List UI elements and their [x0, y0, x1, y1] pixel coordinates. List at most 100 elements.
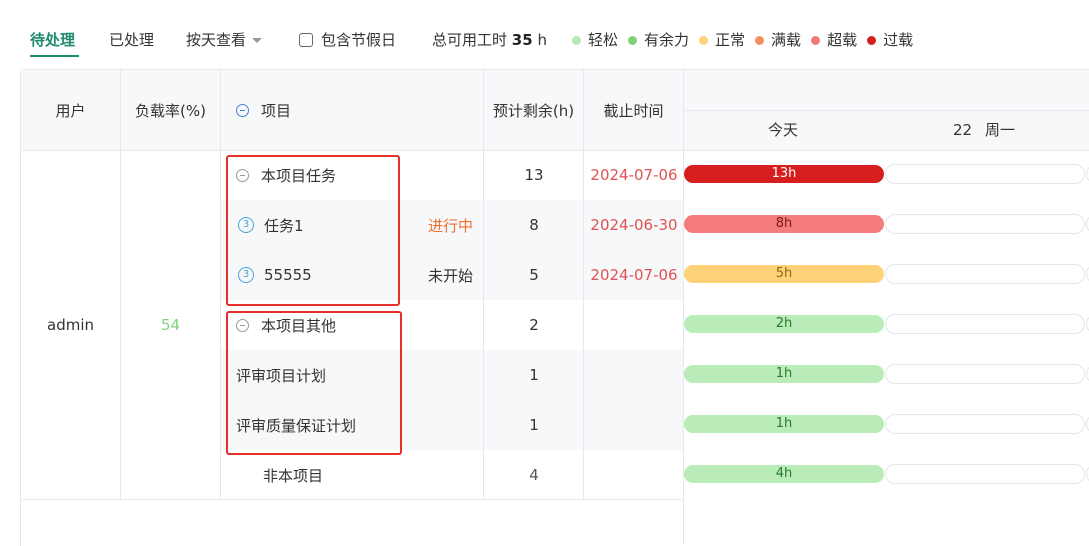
workload-bar[interactable]: 1h: [684, 415, 884, 433]
remaining-hours: 5: [529, 266, 539, 284]
table-row[interactable]: 本项目其他 2 2h: [221, 300, 1089, 350]
legend-item-full: 满载: [755, 30, 801, 50]
include-holidays-label: 包含节假日: [321, 31, 397, 49]
row-name: 本项目其他: [261, 316, 337, 335]
legend-item-spare: 有余力: [628, 30, 689, 50]
row-name: 任务1: [264, 216, 304, 235]
active-tab-indicator: [30, 55, 79, 57]
legend-item-overload: 过载: [867, 30, 913, 50]
table-row[interactable]: 非本项目 4 4h: [221, 450, 1089, 500]
column-header-user: 用户: [21, 70, 121, 150]
workload-bar-empty[interactable]: [885, 264, 1085, 284]
load-legend: 轻松 有余力 正常 满载 超载 过载: [572, 30, 923, 50]
table-row[interactable]: 评审质量保证计划 1 1h: [221, 400, 1089, 450]
column-header-label: 用户: [55, 101, 86, 120]
deadline: 2024-07-06: [590, 166, 678, 184]
view-mode-value: 按天查看: [186, 31, 247, 49]
dot-icon: [811, 35, 821, 45]
status-label: 未开始: [428, 266, 474, 285]
legend-label: 超载: [827, 31, 858, 49]
total-hours-unit: h: [537, 31, 547, 49]
row-name: 55555: [264, 266, 312, 284]
workload-bar-empty[interactable]: [885, 214, 1085, 234]
project-cell: 3 任务1: [238, 200, 304, 250]
column-header-label: 负载率(%): [135, 101, 206, 120]
include-holidays-checkbox[interactable]: 包含节假日: [299, 30, 396, 50]
gantt-today-label: 今天: [768, 121, 799, 139]
table-row[interactable]: 评审项目计划 1 1h: [221, 350, 1089, 400]
project-cell: 3 55555: [238, 250, 312, 300]
column-header-label: 项目: [261, 101, 292, 120]
load-rate: 54: [160, 316, 181, 334]
workload-bar-empty[interactable]: [885, 414, 1085, 434]
legend-label: 轻松: [588, 31, 619, 49]
table-row[interactable]: 3 55555 未开始 5 2024-07-06 5h: [221, 250, 1089, 300]
status-label: 进行中: [428, 216, 474, 235]
total-hours-label: 总可用工时: [432, 31, 508, 49]
remaining-hours: 4: [529, 466, 539, 484]
table-header: 用户 负载率(%) 项目 预计剩余(h) 截止时间: [21, 70, 684, 151]
column-header-label: 预计剩余(h): [492, 101, 575, 120]
dot-icon: [572, 35, 581, 45]
deadline: 2024-07-06: [590, 266, 678, 284]
toolbar: 待处理 已处理 按天查看 包含节假日 总可用工时 35 h 轻松 有余力 正常 …: [0, 0, 1089, 70]
total-hours-value: 35: [511, 31, 533, 49]
column-header-project: 项目: [221, 70, 484, 150]
project-cell: 非本项目: [263, 466, 324, 485]
legend-label: 有余力: [644, 31, 690, 49]
workload-bar[interactable]: 2h: [684, 315, 884, 333]
project-cell: 本项目其他: [236, 300, 336, 350]
column-header-label: 截止时间: [603, 102, 664, 120]
workload-bar[interactable]: 13h: [684, 165, 884, 183]
gantt-date-label: 22: [953, 121, 973, 139]
remaining-hours: 8: [529, 216, 539, 234]
workload-bar-empty[interactable]: [885, 164, 1085, 184]
legend-item-normal: 正常: [699, 30, 745, 50]
remaining-hours: 1: [529, 416, 539, 434]
legend-label: 满载: [771, 31, 802, 49]
priority-badge-icon: 3: [238, 217, 254, 233]
collapse-icon[interactable]: [236, 168, 249, 182]
view-mode-select[interactable]: 按天查看: [186, 30, 263, 50]
header-divider: [684, 110, 1089, 111]
column-header-deadline: 截止时间: [584, 70, 684, 150]
gantt-header: [684, 70, 1089, 151]
legend-label: 正常: [715, 31, 746, 49]
dot-icon: [628, 35, 638, 45]
gantt-weekday-label: 周一: [985, 121, 1016, 139]
tab-done[interactable]: 已处理: [109, 30, 154, 50]
legend-item-easy: 轻松: [572, 30, 618, 50]
checkbox-box[interactable]: [299, 33, 313, 47]
dot-icon: [699, 35, 709, 45]
remaining-hours: 1: [529, 366, 539, 384]
remaining-hours: 13: [524, 166, 544, 184]
legend-item-over: 超载: [811, 30, 857, 50]
chevron-down-icon: [252, 38, 263, 43]
workload-bar-empty[interactable]: [885, 364, 1085, 384]
project-cell: 评审质量保证计划: [236, 416, 357, 435]
row-name: 本项目任务: [261, 166, 337, 185]
project-cell: 评审项目计划: [236, 366, 327, 385]
project-cell: 本项目任务: [236, 150, 336, 200]
column-header-load: 负载率(%): [121, 70, 221, 150]
legend-label: 过载: [883, 31, 914, 49]
column-header-remaining: 预计剩余(h): [484, 70, 584, 150]
table-row[interactable]: 本项目任务 13 2024-07-06 13h: [221, 150, 1089, 200]
deadline: 2024-06-30: [590, 216, 678, 234]
workload-bar-empty[interactable]: [885, 314, 1085, 334]
workload-bar[interactable]: 8h: [684, 215, 884, 233]
workload-bar-empty[interactable]: [885, 464, 1085, 484]
workload-bar[interactable]: 5h: [684, 265, 884, 283]
user-name: admin: [47, 316, 94, 334]
collapse-all-icon[interactable]: [236, 103, 249, 117]
total-hours: 总可用工时 35 h: [432, 30, 547, 50]
tab-pending[interactable]: 待处理: [30, 30, 75, 50]
table-row[interactable]: 3 任务1 进行中 8 2024-06-30 8h: [221, 200, 1089, 250]
dot-icon: [867, 35, 877, 45]
remaining-hours: 2: [529, 316, 539, 334]
dot-icon: [755, 35, 765, 45]
priority-badge-icon: 3: [238, 267, 254, 283]
workload-bar[interactable]: 4h: [684, 465, 884, 483]
workload-bar[interactable]: 1h: [684, 365, 884, 383]
collapse-icon[interactable]: [236, 318, 249, 332]
